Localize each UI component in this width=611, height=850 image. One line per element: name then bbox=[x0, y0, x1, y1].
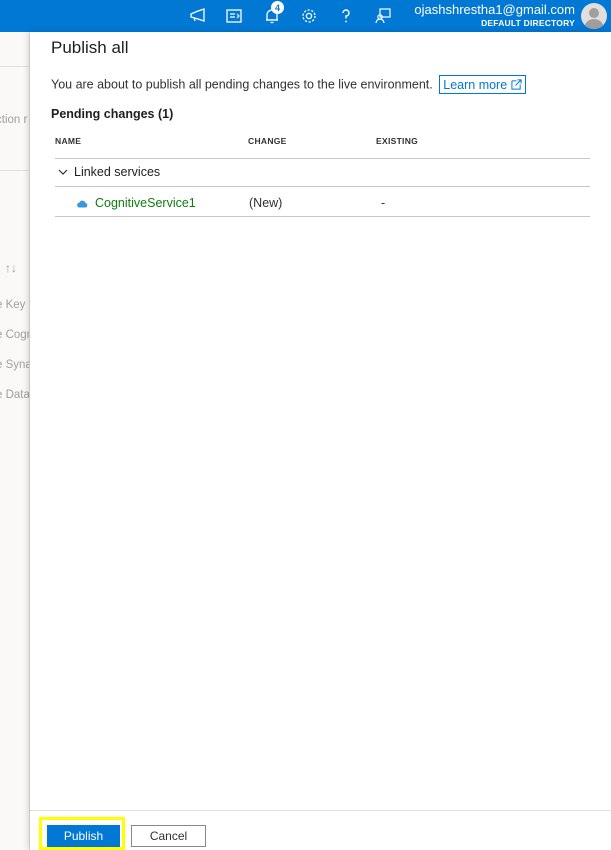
table-row: CognitiveService1 (New) - bbox=[55, 192, 590, 214]
change-value: (New) bbox=[249, 196, 283, 210]
publish-button[interactable]: Publish bbox=[47, 825, 120, 847]
existing-value: - bbox=[381, 196, 386, 210]
chevron-down-icon[interactable] bbox=[58, 167, 68, 177]
external-link-icon bbox=[511, 79, 522, 90]
cancel-button[interactable]: Cancel bbox=[131, 825, 206, 847]
notification-count-badge: 4 bbox=[271, 1, 284, 14]
directory-switch-icon[interactable] bbox=[222, 4, 246, 28]
publish-all-panel: Publish all You are about to publish all… bbox=[30, 32, 611, 850]
linked-service-link[interactable]: CognitiveService1 bbox=[76, 196, 196, 210]
pending-changes-label: Pending changes (1) bbox=[51, 107, 174, 121]
linked-service-name: CognitiveService1 bbox=[95, 196, 196, 210]
feedback-icon[interactable] bbox=[371, 4, 395, 28]
column-header-change: CHANGE bbox=[248, 136, 287, 146]
panel-title: Publish all bbox=[51, 38, 129, 57]
learn-more-link[interactable]: Learn more bbox=[439, 75, 527, 94]
divider bbox=[55, 186, 590, 187]
avatar[interactable] bbox=[581, 3, 607, 29]
column-header-name: NAME bbox=[55, 136, 82, 146]
background-list-item: e Key bbox=[0, 299, 26, 311]
background-list-item: e Data bbox=[0, 389, 30, 401]
background-page: ction r ↑↓ e Key e Cogn e Syna e Data bbox=[0, 32, 30, 850]
feedback-megaphone-icon[interactable] bbox=[186, 4, 210, 28]
sort-icon: ↑↓ bbox=[5, 261, 17, 275]
group-label: Linked services bbox=[74, 165, 161, 179]
divider bbox=[55, 158, 590, 159]
background-list-item: e Syna bbox=[0, 359, 30, 371]
user-email[interactable]: ojashshrestha1@gmail.com bbox=[414, 2, 575, 17]
top-bar: 4 ojashshrestha1@gmail.com DEFAULT DIREC… bbox=[0, 0, 611, 32]
footer-divider bbox=[30, 810, 611, 811]
column-header-existing: EXISTING bbox=[376, 136, 419, 146]
help-icon[interactable] bbox=[334, 4, 358, 28]
description-text: You are about to publish all pending cha… bbox=[51, 77, 433, 92]
panel-description: You are about to publish all pending cha… bbox=[51, 75, 527, 94]
user-directory[interactable]: DEFAULT DIRECTORY bbox=[481, 18, 575, 28]
divider bbox=[55, 216, 590, 217]
background-text: ction r bbox=[0, 114, 28, 126]
group-row-linked-services[interactable]: Linked services bbox=[58, 165, 160, 179]
settings-gear-icon[interactable] bbox=[297, 4, 321, 28]
background-list-item: e Cogn bbox=[0, 329, 29, 341]
learn-more-label: Learn more bbox=[443, 77, 508, 92]
cloud-icon bbox=[77, 200, 88, 207]
notifications-bell-icon[interactable]: 4 bbox=[260, 1, 284, 28]
